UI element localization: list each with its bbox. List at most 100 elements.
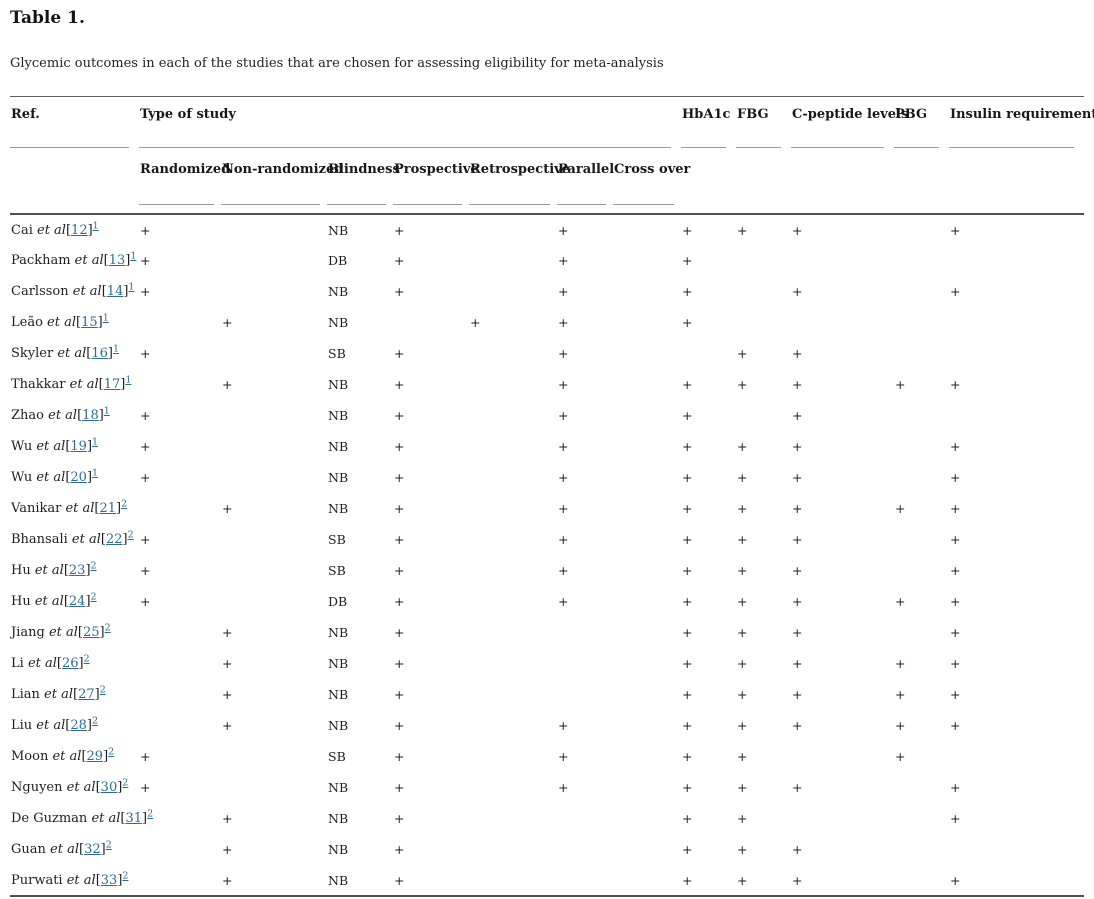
ref-link[interactable]: 13 [109, 253, 126, 268]
ref-link[interactable]: 16 [91, 346, 108, 361]
ref-link[interactable]: 23 [69, 563, 86, 578]
cell-hba1c: + [682, 625, 693, 641]
ref-link[interactable]: 32 [84, 842, 101, 857]
et-al-label: et al [36, 718, 66, 734]
cell-c-peptide: + [792, 656, 803, 672]
ref-link[interactable]: 21 [100, 501, 117, 516]
cell-non-randomized [221, 245, 327, 276]
cell-retrospective [469, 245, 557, 276]
ref-superscript-link[interactable]: 1 [104, 406, 110, 417]
ref-link[interactable]: 19 [70, 439, 87, 454]
cell-non-randomized: + [222, 625, 233, 641]
ref-link[interactable]: 31 [125, 811, 142, 826]
et-al-label: et al [65, 501, 95, 517]
cell-randomized: + [140, 408, 151, 424]
table-row: Wu et al[19]1 + NB + + + + + + [10, 431, 1084, 462]
cell-fbg: + [737, 346, 748, 362]
cell-parallel: + [558, 718, 569, 734]
ref-superscript-link[interactable]: 1 [92, 437, 98, 448]
ref-superscript-link[interactable]: 1 [128, 282, 134, 293]
ref-superscript-link[interactable]: 2 [128, 530, 134, 541]
ref-link[interactable]: 15 [81, 315, 98, 330]
cell-retrospective [469, 586, 557, 617]
cell-c-peptide [791, 307, 894, 338]
ref-link[interactable]: 28 [70, 718, 87, 733]
cell-pbg: + [895, 594, 906, 610]
header-row-primary: Ref. Type of study HbA1c FBG C-peptide l… [10, 95, 1094, 149]
ref-link[interactable]: 24 [69, 594, 86, 609]
cell-insulin-requirements: + [950, 501, 961, 517]
cell-non-randomized [221, 338, 327, 369]
ref-link[interactable]: 20 [70, 470, 87, 485]
cell-blindness: SB [328, 532, 346, 548]
ref-link[interactable]: 22 [106, 532, 123, 547]
cell-prospective: + [394, 532, 405, 548]
cell-pbg [894, 338, 949, 369]
ref-cell: Wu et al[20]1 [11, 468, 99, 486]
ref-superscript-link[interactable]: 1 [103, 313, 109, 324]
ref-link[interactable]: 27 [78, 687, 95, 702]
cell-randomized [139, 307, 221, 338]
table-header: Ref. Type of study HbA1c FBG C-peptide l… [10, 95, 1094, 216]
ref-link[interactable]: 26 [62, 656, 79, 671]
cell-insulin-requirements [949, 400, 1084, 431]
ref-superscript: 1 [113, 344, 119, 355]
cell-fbg: + [737, 656, 748, 672]
cell-randomized: + [140, 346, 151, 362]
cell-cross-over [613, 710, 681, 741]
cell-prospective: + [394, 501, 405, 517]
cell-non-randomized: + [222, 811, 233, 827]
cell-c-peptide [791, 803, 894, 834]
ref-superscript-link[interactable]: 2 [147, 809, 153, 820]
cell-non-randomized: + [222, 718, 233, 734]
et-al-label: et al [91, 811, 121, 827]
ref-link[interactable]: 17 [104, 377, 121, 392]
cell-pbg: + [895, 377, 906, 393]
ref-superscript-link[interactable]: 2 [122, 778, 128, 789]
ref-superscript-link[interactable]: 1 [125, 375, 131, 386]
cell-c-peptide [791, 741, 894, 772]
cell-blindness: SB [328, 563, 346, 579]
cell-pbg [894, 865, 949, 898]
ref-superscript-link[interactable]: 1 [93, 221, 99, 232]
cell-blindness: NB [328, 656, 349, 672]
cell-prospective: + [394, 470, 405, 486]
ref-link[interactable]: 14 [107, 284, 124, 299]
study-author: Guan [11, 842, 51, 858]
et-al-label: et al [50, 842, 79, 858]
study-author: Li [11, 656, 28, 672]
ref-superscript-link[interactable]: 1 [130, 251, 136, 262]
ref-superscript-link[interactable]: 2 [100, 685, 106, 696]
ref-link[interactable]: 33 [101, 873, 118, 888]
ref-superscript-link[interactable]: 1 [113, 344, 119, 355]
cell-non-randomized [221, 214, 327, 245]
cell-pbg: + [895, 718, 906, 734]
ref-superscript-link[interactable]: 2 [105, 623, 111, 634]
cell-pbg [894, 555, 949, 586]
cell-retrospective [469, 493, 557, 524]
cell-randomized: + [140, 749, 151, 765]
cell-randomized: + [140, 594, 151, 610]
cell-prospective: + [394, 780, 405, 796]
ref-link[interactable]: 30 [101, 780, 118, 795]
cell-cross-over [613, 338, 681, 369]
cell-cross-over [613, 369, 681, 400]
cell-parallel: + [558, 408, 569, 424]
ref-superscript-link[interactable]: 2 [84, 654, 90, 665]
ref-link[interactable]: 18 [82, 408, 99, 423]
ref-superscript-link[interactable]: 2 [108, 747, 114, 758]
ref-superscript-link[interactable]: 2 [121, 499, 127, 510]
ref-superscript-link[interactable]: 2 [106, 840, 112, 851]
cell-non-randomized [221, 741, 327, 772]
ref-superscript-link[interactable]: 2 [91, 592, 97, 603]
cell-insulin-requirements: + [950, 532, 961, 548]
ref-superscript-link[interactable]: 2 [91, 561, 97, 572]
ref-superscript-link[interactable]: 2 [92, 716, 98, 727]
ref-superscript-link[interactable]: 2 [122, 871, 128, 882]
ref-superscript-link[interactable]: 1 [92, 468, 98, 479]
ref-link[interactable]: 25 [83, 625, 100, 640]
cell-pbg [894, 245, 949, 276]
cell-c-peptide: + [792, 377, 803, 393]
ref-link[interactable]: 29 [87, 749, 104, 764]
ref-link[interactable]: 12 [71, 223, 88, 238]
